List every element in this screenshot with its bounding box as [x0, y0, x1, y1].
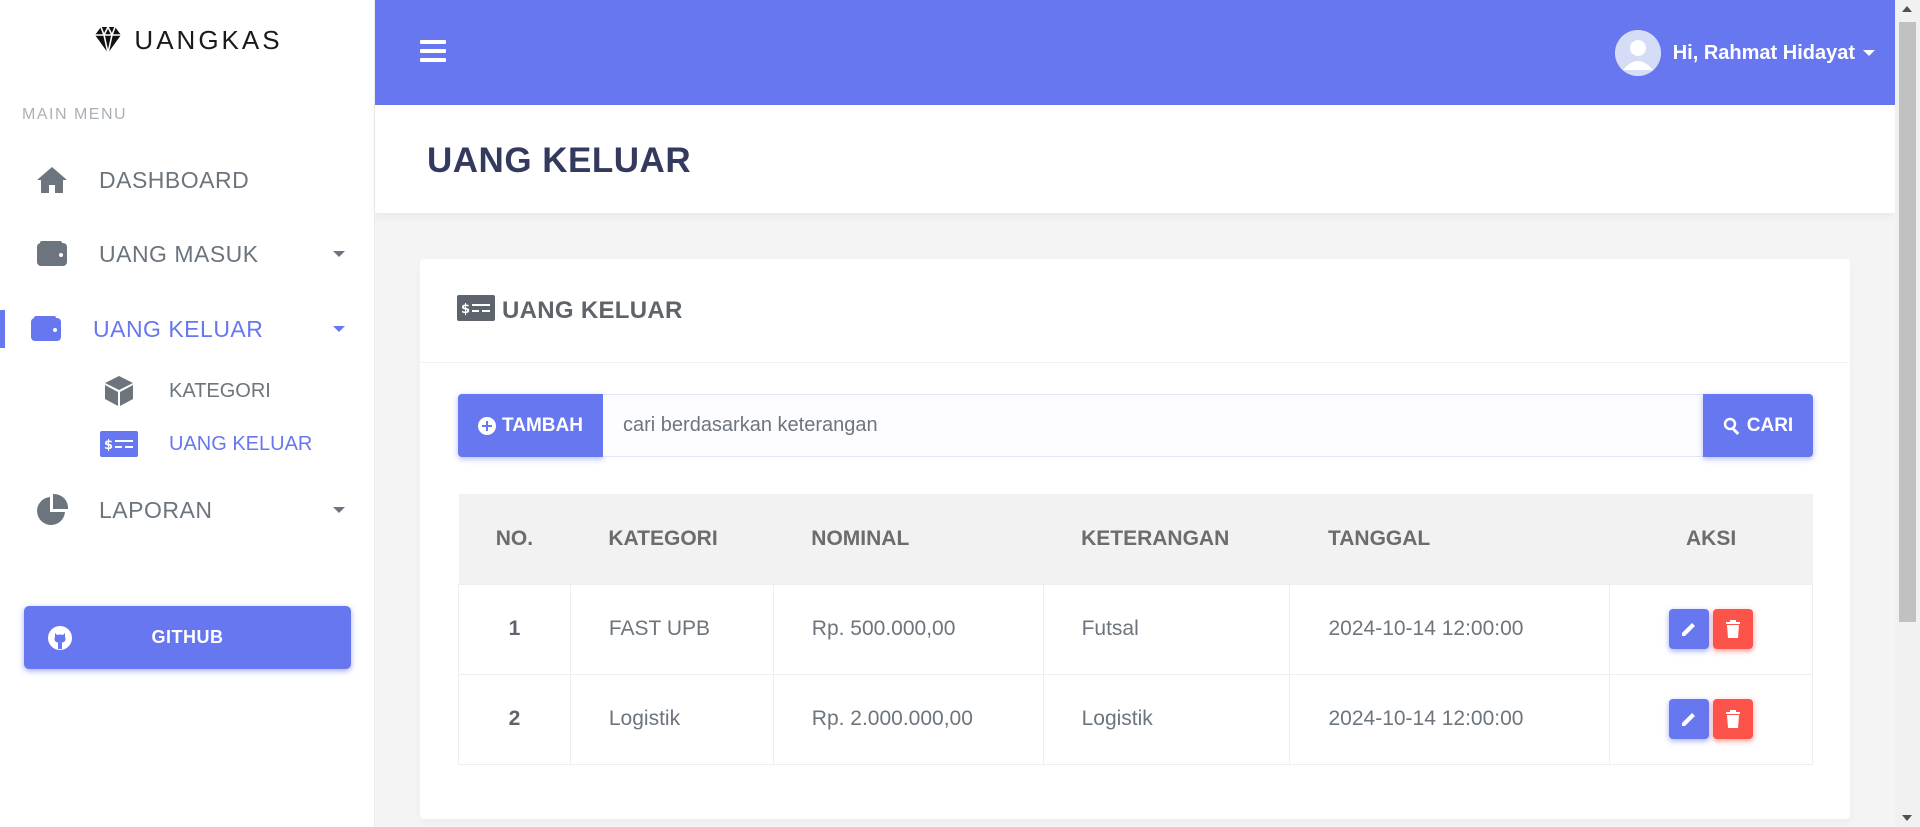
cell-no: 2 [458, 673, 571, 765]
cube-icon [100, 374, 138, 408]
column-header: NOMINAL [773, 494, 1044, 584]
money-check-icon: $ [457, 295, 495, 321]
cell-nominal: Rp. 2.000.000,00 [772, 673, 1044, 765]
svg-text:$: $ [461, 302, 470, 317]
pie-chart-icon [34, 492, 70, 528]
github-label: GITHUB [151, 627, 224, 647]
cell-kategori: FAST UPB [569, 583, 774, 675]
column-header: TANGGAL [1289, 494, 1610, 584]
cell-tanggal: 2024-10-14 12:00:00 [1289, 673, 1611, 765]
sidebar-item-uang-masuk[interactable]: UANG MASUK [0, 224, 375, 284]
user-greeting: Hi, Rahmat Hidayat [1672, 41, 1855, 64]
table-row: 2 Logistik Rp. 2.000.000,00 Logistik 202… [458, 673, 1813, 765]
brand-name: UANGKAS [134, 24, 283, 55]
topbar: Hi, Rahmat Hidayat [375, 0, 1895, 105]
cell-aksi [1609, 673, 1813, 765]
delete-button[interactable] [1713, 699, 1754, 739]
trash-icon [1726, 710, 1741, 728]
chevron-down-icon [1863, 50, 1875, 56]
sidebar-item-uang-keluar[interactable]: UANG KELUAR [0, 299, 375, 359]
section-header: UANG KELUAR [375, 105, 1895, 213]
scroll-down-icon[interactable] [1902, 815, 1912, 821]
brand-logo[interactable]: UANGKAS [0, 24, 375, 56]
edit-button[interactable] [1669, 699, 1710, 739]
pencil-icon [1682, 623, 1696, 636]
wallet-icon [28, 311, 64, 347]
menu-header: MAIN MENU [22, 106, 128, 123]
pencil-icon [1682, 713, 1696, 726]
search-input[interactable] [603, 394, 1703, 457]
search-button[interactable]: CARI [1703, 394, 1813, 457]
gem-icon [95, 25, 122, 54]
scroll-thumb[interactable] [1899, 22, 1916, 622]
edit-button[interactable] [1669, 609, 1710, 649]
wallet-icon [34, 236, 70, 272]
scroll-up-icon[interactable] [1902, 6, 1912, 12]
sidebar-subitem-label: UANG KELUAR [169, 432, 313, 455]
vertical-scrollbar[interactable] [1895, 0, 1920, 827]
money-check-icon: $ [100, 427, 138, 461]
cell-keterangan: Logistik [1042, 673, 1291, 765]
column-header: KATEGORI [570, 494, 774, 584]
cell-aksi [1609, 583, 1813, 675]
sidebar-subitem-uang-keluar[interactable]: $ UANG KELUAR [0, 422, 375, 466]
content-card: $ UANG KELUAR TAMBAH CARI NO. KATEGORI N… [420, 259, 1850, 819]
sidebar-item-label: DASHBOARD [99, 166, 250, 193]
table-row: 1 FAST UPB Rp. 500.000,00 Futsal 2024-10… [458, 583, 1813, 675]
sidebar-item-label: LAPORAN [99, 496, 213, 523]
add-button-label: TAMBAH [502, 414, 583, 436]
column-header: NO. [458, 494, 571, 584]
table-header-row: NO. KATEGORI NOMINAL KETERANGAN TANGGAL … [458, 494, 1813, 584]
cell-no: 1 [458, 583, 571, 675]
add-button[interactable]: TAMBAH [458, 394, 603, 457]
search-icon [1723, 417, 1740, 435]
page-title: UANG KELUAR [427, 141, 692, 180]
cell-kategori: Logistik [569, 673, 774, 765]
sidebar-subitem-label: KATEGORI [169, 379, 271, 402]
sidebar-item-dashboard[interactable]: DASHBOARD [0, 150, 375, 210]
sidebar: UANGKAS MAIN MENU DASHBOARD UANG MASUK U… [0, 0, 375, 827]
delete-button[interactable] [1713, 609, 1754, 649]
sidebar-item-label: UANG MASUK [99, 240, 259, 267]
sidebar-subitem-kategori[interactable]: KATEGORI [0, 369, 375, 413]
chevron-down-icon [333, 251, 345, 257]
github-button[interactable]: GITHUB [24, 606, 351, 669]
data-table: NO. KATEGORI NOMINAL KETERANGAN TANGGAL … [458, 494, 1813, 765]
card-title: UANG KELUAR [502, 297, 683, 324]
plus-circle-icon [478, 416, 497, 435]
search-button-label: CARI [1746, 414, 1794, 436]
cell-keterangan: Futsal [1042, 583, 1291, 675]
chevron-down-icon [333, 507, 345, 513]
cell-tanggal: 2024-10-14 12:00:00 [1289, 583, 1611, 675]
cell-nominal: Rp. 500.000,00 [772, 583, 1044, 675]
card-header: $ UANG KELUAR [420, 259, 1850, 363]
svg-text:$: $ [104, 438, 113, 453]
column-header: KETERANGAN [1043, 494, 1290, 584]
column-header: AKSI [1609, 494, 1813, 584]
home-icon [34, 162, 70, 198]
menu-toggle-icon[interactable] [420, 40, 446, 62]
sidebar-item-laporan[interactable]: LAPORAN [0, 480, 375, 540]
sidebar-item-label: UANG KELUAR [93, 315, 264, 342]
user-menu[interactable]: Hi, Rahmat Hidayat [1614, 30, 1875, 76]
chevron-down-icon [333, 326, 345, 332]
search-bar: TAMBAH CARI [458, 394, 1813, 457]
avatar [1614, 30, 1661, 76]
trash-icon [1726, 620, 1741, 638]
